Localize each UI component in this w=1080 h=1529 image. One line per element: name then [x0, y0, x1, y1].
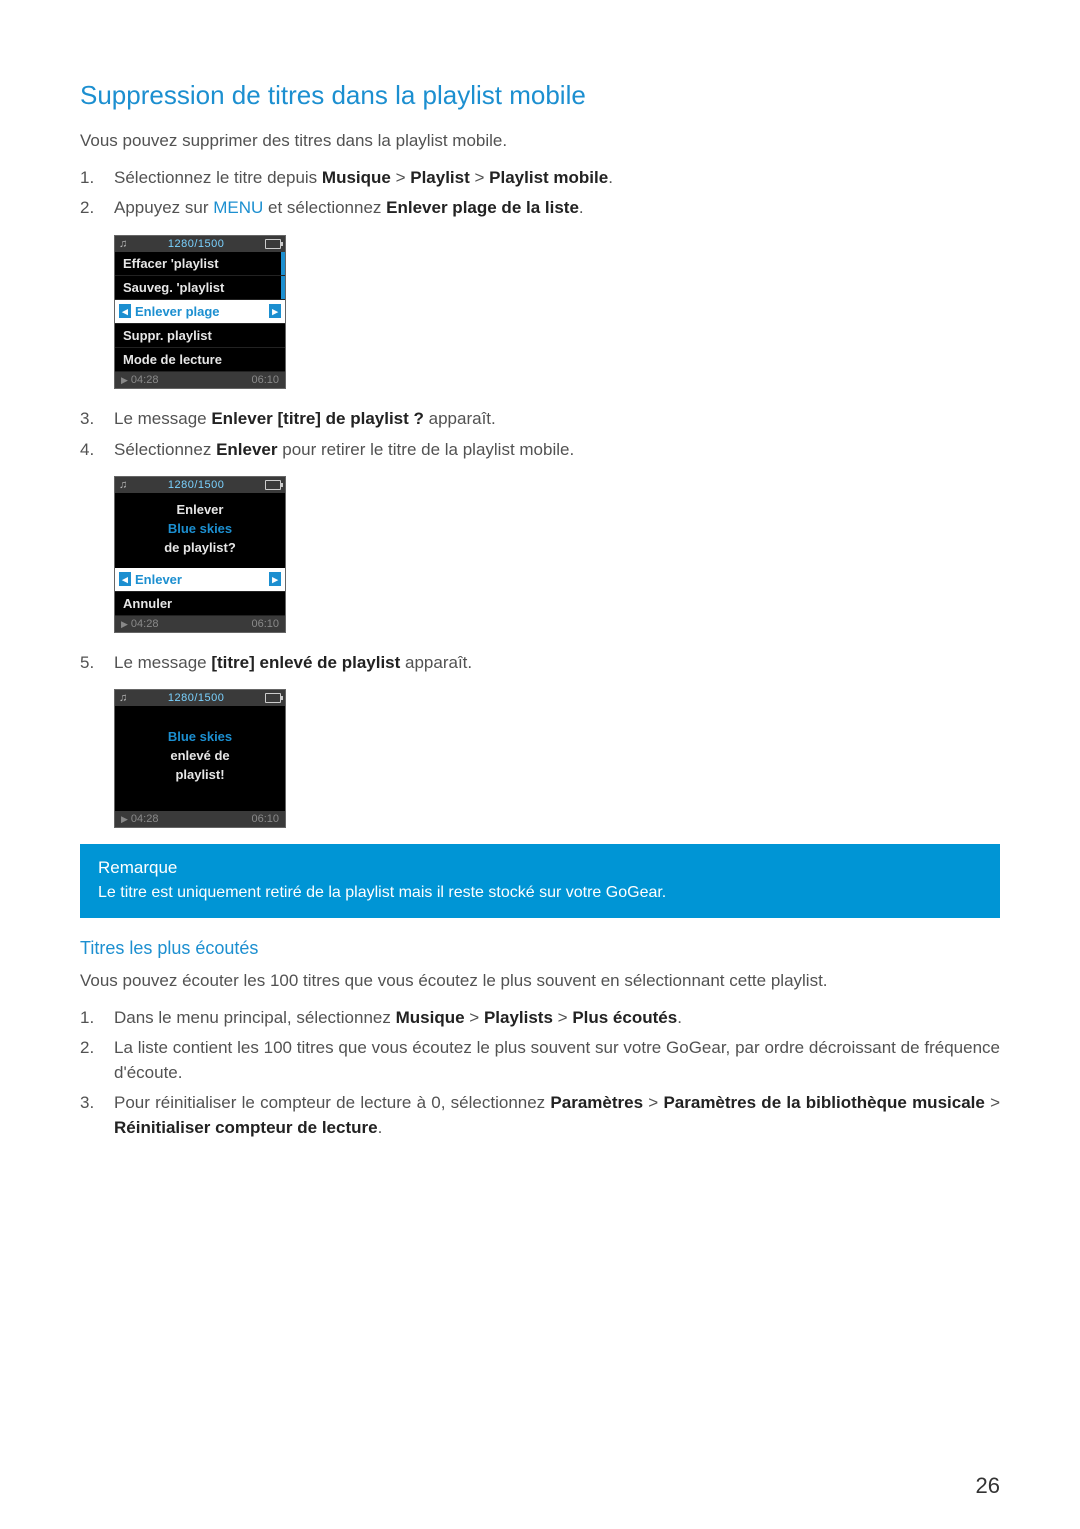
menu-item: Annuler	[115, 592, 285, 616]
note-box: Remarque Le titre est uniquement retiré …	[80, 844, 1000, 918]
menu-item: Mode de lecture	[115, 348, 285, 372]
device-screenshot-2: 1280/1500 Enlever Blue skies de playlist…	[114, 476, 286, 633]
section-heading: Suppression de titres dans la playlist m…	[80, 80, 1000, 111]
bold-text: Enlever plage de la liste	[386, 198, 579, 217]
menu-item: Effacer 'playlist	[115, 252, 285, 276]
status-message: Blue skies enlevé de playlist!	[115, 706, 285, 811]
menu-item-selected: ◂ Enlever plage ▸	[115, 300, 285, 324]
music-icon	[119, 692, 127, 704]
track-counter: 1280/1500	[127, 238, 265, 250]
subsection-heading: Titres les plus écoutés	[80, 938, 1000, 959]
battery-icon	[265, 693, 281, 703]
track-counter: 1280/1500	[127, 479, 265, 491]
chevron-right-icon: ▸	[269, 572, 281, 586]
menu-key: MENU	[213, 198, 263, 217]
bold-text: Playlist mobile	[489, 168, 608, 187]
track-name: Blue skies	[119, 520, 281, 539]
note-title: Remarque	[98, 858, 982, 878]
menu-item: Sauveg. 'playlist	[115, 276, 285, 300]
elapsed-time: 04:28	[121, 618, 158, 630]
chevron-left-icon: ◂	[119, 304, 131, 318]
device-screenshot-3: 1280/1500 Blue skies enlevé de playlist!…	[114, 689, 286, 828]
chevron-left-icon: ◂	[119, 572, 131, 586]
step-text: Le message	[114, 653, 211, 672]
step-text: Sélectionnez le titre depuis	[114, 168, 322, 187]
music-icon	[119, 479, 127, 491]
bold-text: Musique	[322, 168, 391, 187]
elapsed-time: 04:28	[121, 374, 158, 386]
bold-text: Enlever	[216, 440, 277, 459]
step-text: Sélectionnez	[114, 440, 216, 459]
bold-text: [titre] enlevé de playlist	[211, 653, 400, 672]
step-text: Le message	[114, 409, 211, 428]
steps-list-c: 5. Le message [titre] enlevé de playlist…	[80, 649, 1000, 680]
page-number: 26	[976, 1473, 1000, 1499]
total-time: 06:10	[251, 618, 279, 630]
step-text: Pour réinitialiser le compteur de lectur…	[114, 1093, 550, 1112]
intro-text: Vous pouvez supprimer des titres dans la…	[80, 129, 1000, 154]
track-counter: 1280/1500	[127, 692, 265, 704]
device-screenshot-1: 1280/1500 Effacer 'playlist Sauveg. 'pla…	[114, 235, 286, 389]
step-text: Appuyez sur	[114, 198, 213, 217]
steps-list-a: 1. Sélectionnez le titre depuis Musique …	[80, 164, 1000, 225]
battery-icon	[265, 239, 281, 249]
elapsed-time: 04:28	[121, 813, 158, 825]
chevron-right-icon: ▸	[269, 304, 281, 318]
sub-intro: Vous pouvez écouter les 100 titres que v…	[80, 969, 1000, 994]
total-time: 06:10	[251, 374, 279, 386]
bold-text: Playlist	[410, 168, 470, 187]
music-icon	[119, 238, 127, 250]
battery-icon	[265, 480, 281, 490]
menu-item-selected: ◂ Enlever ▸	[115, 568, 285, 592]
total-time: 06:10	[251, 813, 279, 825]
note-body: Le titre est uniquement retiré de la pla…	[98, 884, 666, 901]
track-name: Blue skies	[119, 728, 281, 747]
steps-list-sub: 1. Dans le menu principal, sélectionnez …	[80, 1004, 1000, 1145]
confirm-message: Enlever Blue skies de playlist?	[115, 493, 285, 568]
steps-list-b: 3. Le message Enlever [titre] de playlis…	[80, 405, 1000, 466]
step-text: La liste contient les 100 titres que vou…	[114, 1038, 1000, 1082]
menu-item: Suppr. playlist	[115, 324, 285, 348]
step-text: Dans le menu principal, sélectionnez	[114, 1008, 396, 1027]
bold-text: Enlever [titre] de playlist ?	[211, 409, 424, 428]
